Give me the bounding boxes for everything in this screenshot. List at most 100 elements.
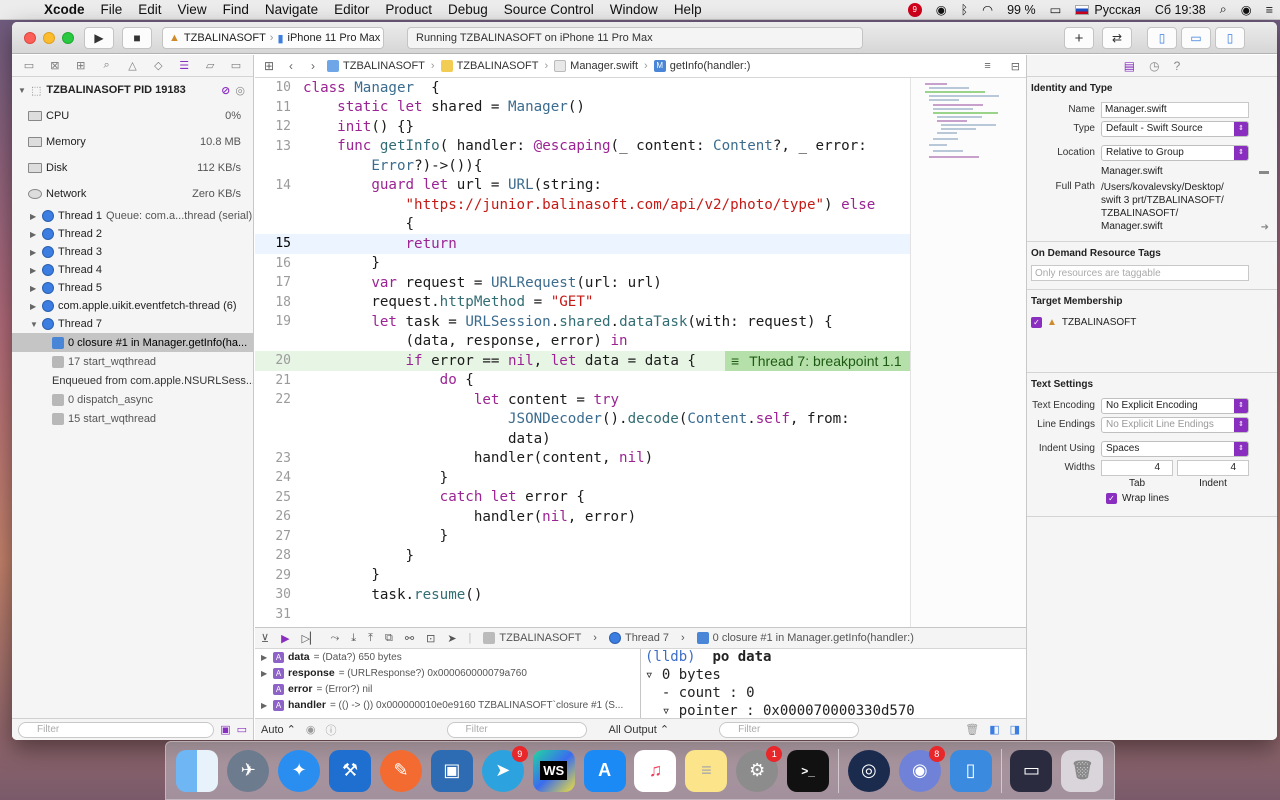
disclosure-right-icon[interactable]: ▶ — [261, 701, 269, 710]
variables-scope-popup[interactable]: Auto ⌃ — [261, 723, 296, 736]
zoom-window-button[interactable] — [62, 32, 74, 44]
webstorm-icon[interactable]: WS — [532, 749, 575, 792]
stack-frame-selected[interactable]: 0 closure #1 in Manager.getInfo(ha... — [12, 333, 253, 352]
issue-icon[interactable]: △ — [123, 59, 141, 72]
location-icon[interactable]: ➤ — [447, 632, 456, 645]
xcode-icon[interactable]: ⚒ — [329, 749, 372, 792]
notification-center-icon[interactable]: ≡ — [1259, 3, 1280, 17]
camera-icon[interactable]: ◉ — [929, 2, 954, 17]
split-view-icon[interactable]: ◨ — [1010, 723, 1020, 736]
environment-icon[interactable]: ⊡ — [426, 632, 435, 645]
disclosure-down-icon[interactable]: ▼ — [18, 86, 26, 95]
gauge-network[interactable]: Network Zero KB/s — [12, 181, 253, 207]
filter-option-icon[interactable]: ▭ — [237, 723, 247, 736]
view-hierarchy-icon[interactable]: ⧉ — [385, 632, 393, 645]
menu-view[interactable]: View — [170, 2, 215, 17]
info-icon[interactable]: ⓘ — [326, 722, 337, 738]
history-icon[interactable]: ◷ — [1149, 59, 1159, 73]
thread-row[interactable]: ▶ Thread 3 — [12, 243, 253, 261]
editor-options-icon[interactable]: ≡ — [984, 60, 990, 72]
notification-icon[interactable]: 9 — [901, 2, 929, 17]
tab-width-field[interactable]: 4 — [1101, 459, 1173, 476]
process-row[interactable]: ▼ ⬚ TZBALINASOFT PID 19183 ⊘ ◎ — [12, 77, 253, 103]
indent-width-field[interactable]: 4 — [1177, 459, 1249, 476]
menu-debug[interactable]: Debug — [440, 2, 496, 17]
hide-debug-area-icon[interactable]: ⊻ — [261, 632, 269, 645]
battery-icon[interactable]: ▭ — [1043, 2, 1069, 17]
launchpad-icon[interactable]: ✈ — [227, 749, 270, 792]
thread-row[interactable]: ▶ Thread 5 — [12, 279, 253, 297]
menu-window[interactable]: Window — [602, 2, 666, 17]
breakpoint-icon[interactable]: ▱ — [201, 59, 219, 72]
line-endings-select[interactable]: No Explicit Line Endings ⇕ — [1101, 416, 1249, 433]
terminal-icon[interactable]: >_ — [787, 749, 830, 792]
disclosure-right-icon[interactable]: ▶ — [261, 669, 269, 678]
eye-icon[interactable]: ◉ — [306, 723, 316, 736]
trash-icon[interactable]: 🗑 — [1061, 749, 1104, 792]
memory-graph-icon[interactable]: ⚯ — [405, 632, 414, 645]
reveal-arrow-icon[interactable]: ➜ — [1261, 222, 1269, 233]
breakpoint-annotation[interactable]: ≡ Thread 7: breakpoint 1.1 — [725, 351, 910, 371]
step-over-icon[interactable]: ⤳ — [330, 632, 339, 645]
step-out-icon[interactable]: ⤒ — [368, 632, 373, 645]
forward-icon[interactable]: › — [305, 59, 321, 73]
pause-icon[interactable]: ⊘ — [221, 84, 230, 97]
wrap-lines-checkbox[interactable]: ✓ — [1106, 493, 1117, 504]
find-icon[interactable]: ⌕ — [98, 59, 116, 72]
menu-source-control[interactable]: Source Control — [496, 2, 602, 17]
menu-product[interactable]: Product — [377, 2, 440, 17]
debug-crumb-process[interactable]: TZBALINASOFT — [483, 632, 581, 644]
code-review-button[interactable]: ⇄ — [1102, 27, 1132, 49]
trash-icon[interactable]: 🗑 — [965, 723, 979, 736]
postman-icon[interactable]: ✎ — [380, 749, 422, 792]
variable-row[interactable]: ▶ Adata = (Data?) 650 bytes — [255, 649, 640, 665]
toggle-inspector-button[interactable]: ▯ — [1215, 27, 1245, 49]
stack-frame[interactable]: 15 start_wqthread — [12, 409, 253, 428]
console-output-popup[interactable]: All Output ⌃ — [609, 723, 670, 736]
breadcrumb-method[interactable]: MgetInfo(handler:) — [653, 60, 750, 72]
toggle-debug-area-button[interactable]: ▭ — [1181, 27, 1211, 49]
stop-button[interactable]: ■ — [122, 27, 152, 49]
source-control-icon[interactable]: ⊠ — [46, 59, 64, 72]
navigator-filter-input[interactable]: Filter — [18, 721, 215, 738]
thread-row[interactable]: ▶ Thread 4 — [12, 261, 253, 279]
menu-help[interactable]: Help — [666, 2, 710, 17]
clock[interactable]: Сб 19:38 — [1148, 3, 1213, 17]
file-icon[interactable]: ▤ — [1124, 59, 1135, 73]
sim-icon[interactable]: ▣ — [430, 749, 473, 792]
console-filter-input[interactable]: Filter — [719, 721, 860, 738]
breakpoints-toggle-icon[interactable]: ▶ — [281, 632, 289, 645]
finder-icon[interactable] — [176, 749, 219, 792]
gauge-disk[interactable]: Disk 112 KB/s — [12, 155, 253, 181]
steam-icon[interactable]: ◎ — [847, 749, 890, 792]
battery-percent[interactable]: 99 % — [1000, 3, 1043, 17]
disclosure-right-icon[interactable]: ▶ — [30, 212, 38, 221]
indent-using-select[interactable]: Spaces ⇕ — [1101, 440, 1249, 457]
bluetooth-icon[interactable]: ᛒ — [954, 3, 976, 17]
toggle-navigator-button[interactable]: ▯ — [1147, 27, 1177, 49]
name-field[interactable]: Manager.swift — [1101, 101, 1249, 118]
help-icon[interactable]: ? — [1174, 59, 1181, 73]
disclosure-right-icon[interactable]: ▶ — [30, 230, 38, 239]
telegram-icon[interactable]: ➤ 9 — [481, 745, 528, 792]
thread-row[interactable]: ▼ Thread 7 — [12, 315, 253, 333]
text-encoding-select[interactable]: No Explicit Encoding ⇕ — [1101, 397, 1249, 414]
back-icon[interactable]: ‹ — [283, 59, 299, 73]
code-area[interactable]: 10 class Manager { 11 static let shared =… — [255, 78, 910, 627]
report-icon[interactable]: ▭ — [227, 59, 245, 72]
continue-icon[interactable]: ▷▏ — [302, 632, 319, 645]
thread-row[interactable]: ▶ com.apple.uikit.eventfetch-thread (6) — [12, 297, 253, 315]
minimap[interactable] — [910, 78, 1026, 627]
discord-icon[interactable]: ◉ 8 — [898, 745, 945, 792]
disclosure-right-icon[interactable]: ▶ — [30, 266, 38, 275]
gauge-memory[interactable]: Memory 10.8 MB — [12, 129, 253, 155]
folder-icon[interactable]: ▬ — [1259, 166, 1269, 177]
target-checkbox[interactable]: ✓ — [1031, 317, 1042, 328]
variable-row[interactable]: Aerror = (Error?) nil — [255, 681, 640, 697]
screen-icon[interactable]: ▭ — [1010, 749, 1053, 792]
menu-editor[interactable]: Editor — [326, 2, 377, 17]
minimize-window-button[interactable] — [43, 32, 55, 44]
filter-option-icon[interactable]: ▣ — [220, 723, 230, 736]
music-icon[interactable]: ♫ — [634, 749, 677, 792]
safari-icon[interactable]: ✦ — [278, 749, 321, 792]
